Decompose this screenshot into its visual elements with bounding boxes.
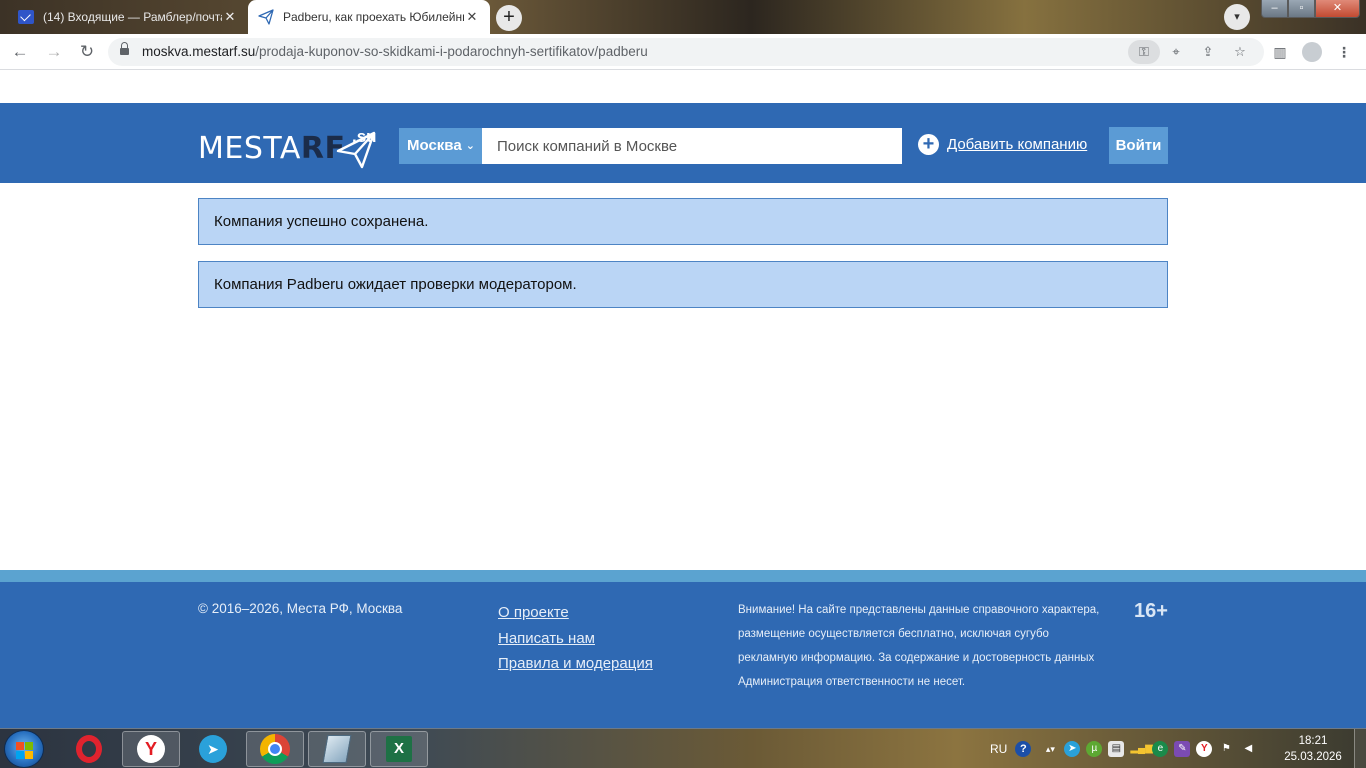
add-company-link[interactable]: + Добавить компанию	[918, 134, 1087, 155]
paper-plane-icon	[258, 9, 274, 25]
language-indicator[interactable]: RU	[990, 742, 1007, 756]
forward-arrow-icon[interactable]: →	[42, 40, 66, 64]
city-select[interactable]: Москва ⌄	[399, 128, 482, 164]
site-footer: © 2016–2026, Места РФ, Москва О проекте …	[0, 582, 1366, 728]
city-label: Москва	[407, 137, 462, 154]
plus-circle-icon: +	[918, 134, 939, 155]
signal-bars-icon[interactable]: ▂▄▆	[1130, 741, 1152, 757]
clipboard-tray-icon[interactable]: ▤	[1108, 741, 1125, 757]
address-bar[interactable]: moskva.mestarf.su/prodaja-kuponov-so-ski…	[108, 38, 1264, 66]
url-text[interactable]: moskva.mestarf.su/prodaja-kuponov-so-ski…	[142, 44, 648, 59]
url-path: /prodaja-kuponov-so-skidkami-i-podarochn…	[255, 44, 648, 59]
tray-expand-icon[interactable]: ▴▾	[1042, 741, 1058, 757]
footer-link-contact[interactable]: Написать нам	[498, 626, 653, 652]
torrent-tray-icon[interactable]: µ	[1086, 741, 1103, 757]
footer-links: О проекте Написать нам Правила и модерац…	[498, 600, 653, 677]
add-company-label: Добавить компанию	[947, 136, 1088, 153]
new-tab-button[interactable]: +	[496, 5, 522, 31]
reload-icon[interactable]: ↻	[75, 40, 99, 64]
close-icon[interactable]: ✕	[222, 9, 238, 25]
notes-app-icon[interactable]	[308, 731, 366, 767]
window-minimize-button[interactable]: –	[1261, 0, 1288, 18]
yandex-browser-icon[interactable]: Y	[122, 731, 180, 767]
site-logo[interactable]: MESTARF .su	[198, 125, 378, 171]
chevron-down-icon: ⌄	[465, 140, 475, 152]
chrome-icon[interactable]	[246, 731, 304, 767]
logo-text: MESTARF	[198, 131, 346, 166]
footer-link-rules[interactable]: Правила и модерация	[498, 651, 653, 677]
tab-rambler-mail[interactable]: (14) Входящие — Рамблер/почта ✕	[8, 0, 248, 34]
lock-icon	[120, 42, 129, 56]
mail-icon	[18, 10, 34, 24]
copyright: © 2016–2026, Места РФ, Москва	[198, 601, 403, 616]
profile-avatar-icon[interactable]	[1300, 40, 1324, 64]
logo-main: MESTA	[198, 131, 301, 166]
system-tray: RU ? ▴▾ ➤ µ ▤ ▂▄▆ e ✎ Y ⚑ ◀	[990, 729, 1259, 768]
volume-icon[interactable]: ◀	[1240, 741, 1256, 757]
success-notice: Компания успешно сохранена.	[198, 198, 1168, 245]
kebab-menu-icon[interactable]: ⋮	[1332, 40, 1356, 64]
browser-toolbar: ← → ↻ moskva.mestarf.su/prodaja-kuponov-…	[0, 34, 1366, 70]
clock-time: 18:21	[1298, 735, 1328, 747]
age-rating-badge: 16+	[1134, 600, 1168, 622]
action-center-flag-icon[interactable]: ⚑	[1218, 741, 1234, 757]
company-search-input[interactable]	[482, 128, 902, 164]
bookmark-star-icon[interactable]: ☆	[1228, 40, 1252, 64]
logo-su: .su	[352, 127, 377, 146]
windows-start-icon[interactable]	[4, 730, 44, 768]
telegram-icon[interactable]: ➤	[184, 731, 242, 767]
tab-search-chevron-icon[interactable]: ▾	[1224, 4, 1250, 30]
show-desktop-button[interactable]	[1354, 729, 1366, 768]
key-icon[interactable]: ⚿	[1128, 40, 1160, 64]
excel-icon[interactable]: X	[370, 731, 428, 767]
taskbar-clock[interactable]: 18:21 25.03.2026	[1276, 733, 1350, 765]
location-pin-icon[interactable]: ⌖	[1164, 40, 1188, 64]
side-panel-icon[interactable]: ▥	[1268, 40, 1292, 64]
clock-date: 25.03.2026	[1284, 751, 1342, 763]
window-maximize-button[interactable]: ▫	[1288, 0, 1315, 18]
yandex-tray-icon[interactable]: Y	[1196, 741, 1213, 757]
browser-tab-strip: (14) Входящие — Рамблер/почта ✕ Padberu,…	[0, 0, 1366, 34]
tab-padberu[interactable]: Padberu, как проехать Юбилейный ✕	[248, 0, 490, 34]
windows-taskbar: Y ➤ X RU ? ▴▾ ➤ µ ▤ ▂▄▆ e ✎ Y ⚑ ◀ 18:21 …	[0, 728, 1366, 768]
site-header: MESTARF .su Москва ⌄ + Добавить компанию…	[0, 103, 1366, 183]
window-close-button[interactable]: ✕	[1315, 0, 1360, 18]
close-icon[interactable]: ✕	[464, 9, 480, 25]
moderation-notice: Компания Padberu ожидает проверки модера…	[198, 261, 1168, 308]
share-icon[interactable]: ⇪	[1196, 40, 1220, 64]
login-button[interactable]: Войти	[1109, 127, 1168, 164]
e-tray-icon[interactable]: e	[1152, 741, 1169, 757]
purple-tray-icon[interactable]: ✎	[1174, 741, 1191, 757]
footer-stripe	[0, 570, 1366, 582]
tab-title: (14) Входящие — Рамблер/почта	[43, 10, 222, 24]
opera-icon[interactable]	[60, 731, 118, 767]
back-arrow-icon[interactable]: ←	[8, 40, 32, 64]
disclaimer: Внимание! На сайте представлены данные с…	[738, 604, 1100, 688]
help-icon[interactable]: ?	[1015, 741, 1032, 757]
tab-title: Padberu, как проехать Юбилейный	[283, 10, 464, 24]
telegram-tray-icon[interactable]: ➤	[1064, 741, 1081, 757]
url-domain: moskva.mestarf.su	[142, 44, 256, 59]
footer-link-about[interactable]: О проекте	[498, 600, 653, 626]
